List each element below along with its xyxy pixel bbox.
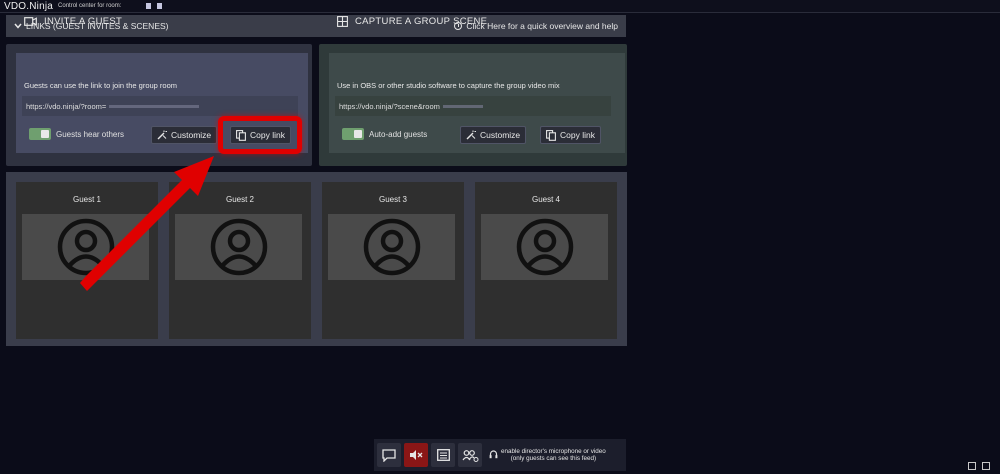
guest-video-placeholder xyxy=(481,214,608,280)
director-line-1: enable director's microphone or video xyxy=(501,447,606,455)
capture-customize-button[interactable]: Customize xyxy=(460,126,527,144)
invite-link-field[interactable]: https://vdo.ninja/?room= xyxy=(22,96,298,116)
redacted-room-id xyxy=(109,104,200,108)
capture-copy-label: Copy link xyxy=(560,130,595,140)
magic-wand-icon xyxy=(157,130,167,140)
corner-controls xyxy=(968,462,990,470)
director-icon xyxy=(489,450,498,459)
capture-link-text: https://vdo.ninja/?scene&room xyxy=(339,101,440,111)
capture-copy-link-button[interactable]: Copy link xyxy=(540,126,601,144)
guest-slot: Guest 4 xyxy=(475,182,617,339)
enable-director-media-button[interactable]: enable director's microphone or video (o… xyxy=(489,448,606,462)
save-icon xyxy=(157,3,162,9)
mute-speaker-button[interactable] xyxy=(404,443,428,467)
invite-customize-button[interactable]: Customize xyxy=(151,126,218,144)
guest-slot: Guest 3 xyxy=(322,182,464,339)
guest-name: Guest 4 xyxy=(531,195,560,204)
chat-icon xyxy=(382,448,396,462)
auto-add-guests-label: Auto-add guests xyxy=(369,130,428,139)
grid-icon xyxy=(337,16,348,27)
guest-name: Guest 1 xyxy=(72,195,101,204)
guest-video-placeholder xyxy=(175,214,302,280)
window-icon xyxy=(436,449,450,461)
guest-slot: Guest 1 xyxy=(16,182,158,339)
invite-title: INVITE A GUEST xyxy=(24,16,122,27)
capture-customize-label: Customize xyxy=(480,130,521,140)
chevron-down-icon xyxy=(14,23,22,29)
user-avatar-icon xyxy=(363,218,420,276)
magic-wand-icon xyxy=(466,130,476,140)
room-badges xyxy=(146,3,162,9)
guest-slots-area: Guest 1 Guest 2 Guest 3 Guest 4 xyxy=(6,172,627,346)
capture-description: Use in OBS or other studio software to c… xyxy=(337,81,560,90)
pip-icon[interactable] xyxy=(968,462,976,470)
help-text: Click Here for a quick overview and help xyxy=(466,21,618,31)
guest-video-placeholder xyxy=(328,214,455,280)
capture-title: CAPTURE A GROUP SCENE xyxy=(337,16,487,27)
user-avatar-icon xyxy=(516,218,573,276)
app-brand: VDO.Ninja xyxy=(4,0,54,12)
guest-video-placeholder xyxy=(22,214,149,280)
invite-description: Guests can use the link to join the grou… xyxy=(24,81,178,90)
guest-settings-button[interactable] xyxy=(458,443,482,467)
speaker-muted-icon xyxy=(410,450,423,460)
director-line-2: (only guests can see this feed) xyxy=(510,455,597,462)
layout-button[interactable] xyxy=(431,443,455,467)
user-avatar-icon xyxy=(210,218,267,276)
invite-customize-label: Customize xyxy=(171,130,212,140)
guests-hear-others-toggle[interactable] xyxy=(29,128,51,140)
copy-link-highlight xyxy=(218,116,302,154)
users-gear-icon xyxy=(462,449,478,462)
capture-link-field[interactable]: https://vdo.ninja/?scene&room xyxy=(335,96,611,116)
invite-title-text: INVITE A GUEST xyxy=(44,16,123,27)
lock-icon xyxy=(146,3,151,9)
copy-icon xyxy=(546,129,556,141)
invite-link-text: https://vdo.ninja/?room= xyxy=(26,101,107,111)
user-avatar-icon xyxy=(57,218,114,276)
fullscreen-icon[interactable] xyxy=(982,462,990,470)
auto-add-guests-toggle[interactable] xyxy=(342,128,364,140)
capture-title-text: CAPTURE A GROUP SCENE xyxy=(355,16,488,27)
director-control-bar: enable director's microphone or video (o… xyxy=(374,439,626,471)
room-label: Control center for room: xyxy=(58,3,122,9)
guest-name: Guest 2 xyxy=(225,195,254,204)
camera-icon xyxy=(24,17,37,26)
chat-button[interactable] xyxy=(377,443,401,467)
guest-slot: Guest 2 xyxy=(169,182,311,339)
guests-hear-others-label: Guests hear others xyxy=(56,130,125,139)
redacted-scene-id xyxy=(442,104,483,108)
guest-name: Guest 3 xyxy=(378,195,407,204)
